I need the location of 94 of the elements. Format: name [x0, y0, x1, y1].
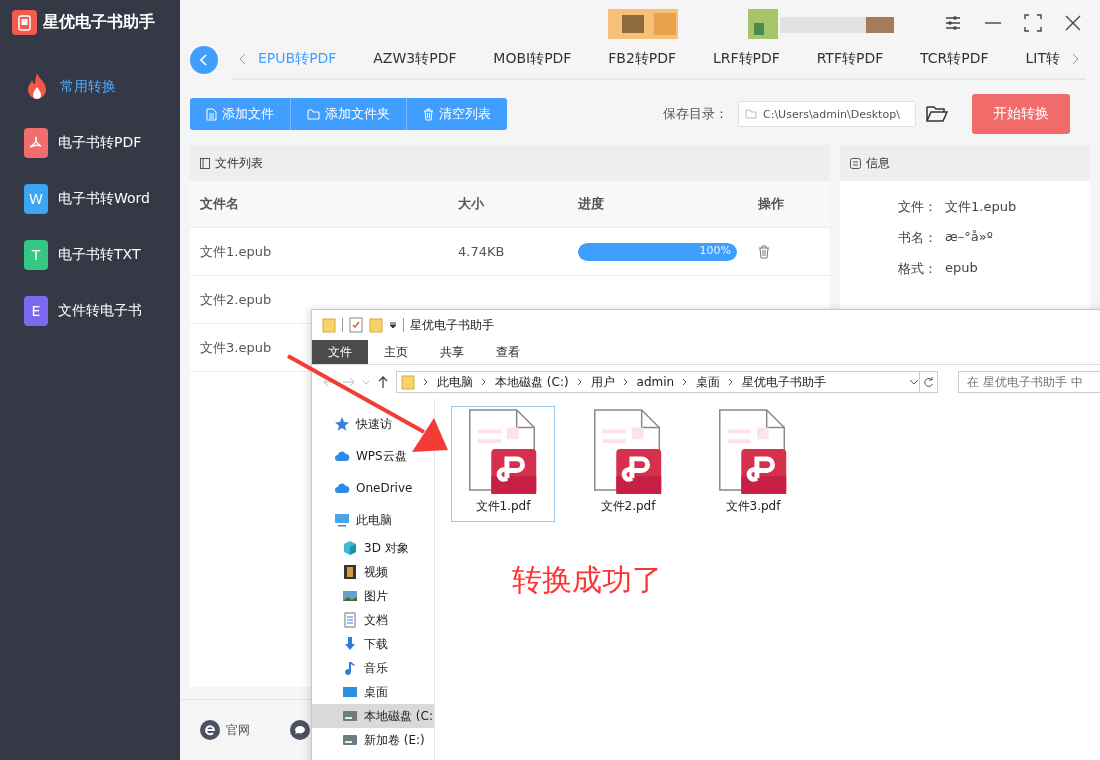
column-header: 文件名 — [190, 181, 448, 228]
up-arrow-icon[interactable] — [376, 375, 390, 389]
refresh-icon[interactable] — [920, 371, 938, 393]
sidebar-item[interactable]: 电子书转PDF — [24, 122, 180, 164]
close-icon[interactable] — [1064, 13, 1082, 32]
search-field[interactable]: 在 星优电子书助手 中 — [958, 371, 1100, 393]
progress-reading: 100% — [699, 243, 731, 257]
file-item[interactable]: 文件2.pdf — [576, 406, 680, 522]
drive-icon — [342, 732, 358, 748]
chevron-left-icon — [200, 54, 208, 66]
field-label: 格式： — [898, 260, 937, 278]
letter-icon: T — [24, 240, 48, 270]
letter-icon: W — [24, 184, 48, 214]
tab[interactable]: FB2转PDF — [604, 40, 681, 78]
chevron-left-icon[interactable] — [238, 52, 248, 66]
document-icon — [206, 107, 217, 121]
maximize-icon[interactable] — [1024, 13, 1042, 32]
download-icon — [342, 636, 358, 652]
settings-icon[interactable] — [944, 13, 962, 32]
field-value: 文件1.epub — [945, 198, 1017, 216]
nav-item[interactable]: OneDrive — [312, 472, 419, 504]
tablet-icon — [12, 10, 37, 35]
nav-item[interactable]: 图片 — [312, 584, 394, 608]
save-path-field[interactable]: C:\Users\admin\Desktop\ — [738, 101, 916, 127]
nav-item[interactable]: 本地磁盘 (C: — [312, 704, 434, 728]
footer-link[interactable]: 官网 — [200, 720, 250, 740]
ribbon-tab[interactable]: 文件 — [312, 340, 368, 364]
list-icon — [200, 157, 210, 169]
pdf-file-icon — [467, 408, 539, 494]
sidebar-item[interactable]: E 文件转电子书 — [24, 290, 180, 332]
sidebar-item[interactable]: T 电子书转TXT — [24, 234, 180, 276]
nav-item[interactable]: 此电脑 — [312, 504, 398, 536]
pdf-file-icon — [717, 408, 789, 494]
nav-item[interactable]: 文档 — [312, 608, 394, 632]
folder-icon — [745, 109, 757, 119]
file-item[interactable]: 文件3.pdf — [701, 406, 805, 522]
chat-icon[interactable] — [290, 720, 310, 740]
video-icon — [342, 564, 358, 580]
folder-icon[interactable] — [926, 105, 948, 123]
table-cell: 文件1.epub — [190, 228, 448, 276]
nav-item[interactable]: WPS云盘 — [312, 440, 413, 472]
letter-icon: E — [24, 296, 48, 326]
field-label: 书名： — [898, 229, 937, 247]
nav-item[interactable]: 新加卷 (E:) — [312, 728, 431, 752]
field-label: 文件： — [898, 198, 937, 216]
cube-icon — [342, 540, 358, 556]
panel-title: 文件列表 — [215, 154, 263, 172]
pdf-file-icon — [592, 408, 664, 494]
nav-item[interactable]: 3D 对象 — [312, 536, 415, 560]
chevron-right-icon[interactable] — [1070, 52, 1080, 66]
nav-item[interactable]: 下载 — [312, 632, 394, 656]
star-icon — [334, 416, 350, 432]
trash-icon — [423, 107, 434, 121]
tab[interactable]: AZW3转PDF — [369, 40, 461, 78]
nav-item[interactable]: 视频 — [312, 560, 394, 584]
file-item[interactable]: 文件1.pdf — [451, 406, 555, 522]
doc-icon — [342, 612, 358, 628]
address-bar[interactable]: 此电脑 本地磁盘 (C:) 用户 admin 桌面 星优电子书助手 — [396, 371, 920, 393]
tab[interactable]: MOBI转PDF — [489, 40, 576, 78]
image-icon — [342, 588, 358, 604]
nav-item[interactable]: 桌面 — [312, 680, 394, 704]
ribbon-tab[interactable]: 查看 — [480, 340, 536, 364]
tab[interactable]: TCR转PDF — [916, 40, 993, 78]
dropdown-icon[interactable] — [389, 321, 397, 329]
desktop-icon — [342, 684, 358, 700]
table-cell: 4.74KB — [448, 228, 568, 276]
forward-arrow-icon[interactable] — [342, 375, 356, 389]
pc-icon — [334, 512, 350, 528]
sidebar-item[interactable]: 常用转换 — [24, 66, 180, 108]
drive-icon — [342, 708, 358, 724]
column-header: 进度 — [568, 181, 748, 228]
trash-icon[interactable] — [758, 244, 770, 259]
info-icon — [850, 157, 861, 169]
nav-item[interactable]: 快速访 — [312, 408, 398, 440]
app-title: 星优电子书助手 — [43, 12, 155, 33]
column-header: 大小 — [448, 181, 568, 228]
tab[interactable]: RTF转PDF — [812, 40, 888, 78]
nav-item[interactable]: 音乐 — [312, 656, 394, 680]
folder-icon — [307, 108, 320, 120]
checklist-icon[interactable] — [349, 317, 363, 333]
tab[interactable]: LIT转 — [1021, 40, 1064, 78]
field-value: epub — [945, 260, 978, 277]
ribbon-tab[interactable]: 主页 — [368, 340, 424, 364]
save-label: 保存目录： — [663, 105, 728, 123]
tab[interactable]: LRF转PDF — [708, 40, 784, 78]
column-header: 操作 — [748, 181, 830, 228]
back-button[interactable] — [190, 46, 218, 74]
panel-title: 信息 — [866, 154, 890, 172]
annotation-text: 转换成功了 — [512, 561, 663, 599]
field-value: æ–°å»º — [945, 229, 993, 246]
music-icon — [342, 660, 358, 676]
pdf-icon — [24, 128, 48, 158]
browser-icon — [200, 720, 220, 740]
sidebar-item[interactable]: W 电子书转Word — [24, 178, 180, 220]
